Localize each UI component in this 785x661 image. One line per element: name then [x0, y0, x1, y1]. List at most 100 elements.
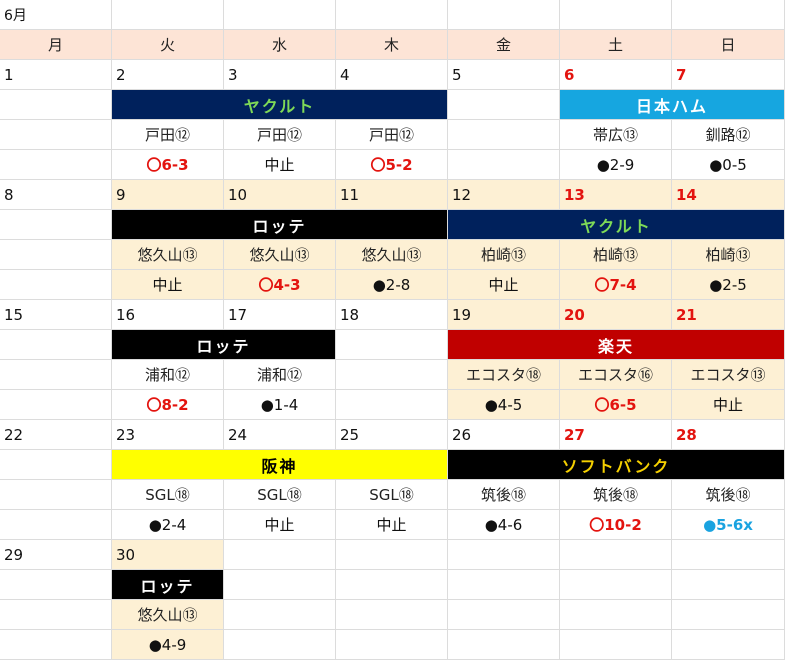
date-cell[interactable]: 15 [0, 300, 112, 330]
date-cell[interactable]: 6 [560, 60, 672, 90]
venue-cell[interactable]: 戸田⑫ [112, 120, 224, 150]
venue-cell[interactable]: SGL⑱ [224, 480, 336, 510]
result-cell[interactable]: 〇6-3 [112, 150, 224, 180]
blank-cell [224, 570, 336, 600]
result-cell[interactable]: ●2-8 [336, 270, 448, 300]
team-band[interactable]: ソフトバンク [448, 450, 785, 480]
date-cell[interactable]: 17 [224, 300, 336, 330]
venue-cell[interactable]: エコスタ⑯ [560, 360, 672, 390]
date-cell[interactable]: 21 [672, 300, 785, 330]
date-cell[interactable]: 14 [672, 180, 785, 210]
result-cell[interactable]: 〇6-5 [560, 390, 672, 420]
blank-cell [0, 90, 112, 120]
venue-cell[interactable]: 悠久山⑬ [112, 600, 224, 630]
team-band[interactable]: ロッテ [112, 330, 336, 360]
venue-cell[interactable]: 悠久山⑬ [336, 240, 448, 270]
blank-cell [448, 120, 560, 150]
team-band[interactable]: ロッテ [112, 570, 224, 600]
result-cell[interactable]: ●0-5 [672, 150, 785, 180]
venue-cell[interactable]: 釧路⑫ [672, 120, 785, 150]
result-cell[interactable]: ●4-9 [112, 630, 224, 660]
blank-cell [0, 630, 112, 660]
venue-cell[interactable]: 柏崎⑬ [672, 240, 785, 270]
team-band[interactable]: ヤクルト [448, 210, 785, 240]
result-cell[interactable]: 〇7-4 [560, 270, 672, 300]
result-cell[interactable]: 中止 [336, 510, 448, 540]
date-cell[interactable]: 2 [112, 60, 224, 90]
date-cell[interactable] [448, 540, 560, 570]
venue-cell[interactable]: 筑後⑱ [448, 480, 560, 510]
result-cell[interactable]: 〇4-3 [224, 270, 336, 300]
team-band[interactable]: 阪神 [112, 450, 448, 480]
venue-cell[interactable]: 筑後⑱ [560, 480, 672, 510]
result-cell[interactable]: 中止 [224, 150, 336, 180]
blank-cell [112, 0, 224, 30]
result-cell[interactable]: 〇5-2 [336, 150, 448, 180]
date-cell[interactable] [224, 540, 336, 570]
venue-cell[interactable]: SGL⑱ [112, 480, 224, 510]
date-cell[interactable]: 24 [224, 420, 336, 450]
date-cell[interactable]: 20 [560, 300, 672, 330]
date-cell[interactable]: 9 [112, 180, 224, 210]
date-cell[interactable]: 19 [448, 300, 560, 330]
venue-cell[interactable]: 浦和⑫ [112, 360, 224, 390]
venue-cell[interactable]: 悠久山⑬ [224, 240, 336, 270]
date-cell[interactable]: 4 [336, 60, 448, 90]
result-cell[interactable]: ●1-4 [224, 390, 336, 420]
date-cell[interactable]: 8 [0, 180, 112, 210]
venue-cell[interactable]: 帯広⑬ [560, 120, 672, 150]
blank-cell [0, 270, 112, 300]
date-cell[interactable]: 25 [336, 420, 448, 450]
blank-cell [448, 0, 560, 30]
date-cell[interactable]: 11 [336, 180, 448, 210]
date-cell[interactable]: 30 [112, 540, 224, 570]
date-cell[interactable]: 16 [112, 300, 224, 330]
result-cell[interactable]: 〇10-2 [560, 510, 672, 540]
date-cell[interactable]: 29 [0, 540, 112, 570]
venue-cell[interactable]: 柏崎⑬ [448, 240, 560, 270]
date-cell[interactable]: 3 [224, 60, 336, 90]
venue-cell[interactable]: 柏崎⑬ [560, 240, 672, 270]
result-cell[interactable]: 中止 [224, 510, 336, 540]
blank-cell [0, 150, 112, 180]
result-cell[interactable]: ●2-5 [672, 270, 785, 300]
result-cell[interactable]: ●4-6 [448, 510, 560, 540]
venue-cell[interactable]: 浦和⑫ [224, 360, 336, 390]
date-cell[interactable]: 1 [0, 60, 112, 90]
result-cell[interactable]: ●2-4 [112, 510, 224, 540]
venue-cell[interactable]: SGL⑱ [336, 480, 448, 510]
date-cell[interactable]: 23 [112, 420, 224, 450]
date-cell[interactable] [560, 540, 672, 570]
venue-cell[interactable]: 戸田⑫ [336, 120, 448, 150]
date-cell[interactable] [336, 540, 448, 570]
date-cell[interactable] [672, 540, 785, 570]
date-cell[interactable]: 18 [336, 300, 448, 330]
date-cell[interactable]: 7 [672, 60, 785, 90]
team-band[interactable]: 日本ハム [560, 90, 785, 120]
team-band[interactable]: 楽天 [448, 330, 785, 360]
result-cell[interactable]: 中止 [672, 390, 785, 420]
venue-cell[interactable]: 筑後⑱ [672, 480, 785, 510]
date-cell[interactable]: 12 [448, 180, 560, 210]
date-cell[interactable]: 26 [448, 420, 560, 450]
venue-cell[interactable]: 悠久山⑬ [112, 240, 224, 270]
date-cell[interactable]: 10 [224, 180, 336, 210]
date-cell[interactable]: 22 [0, 420, 112, 450]
team-band[interactable]: ヤクルト [112, 90, 448, 120]
blank-cell [672, 570, 785, 600]
date-cell[interactable]: 27 [560, 420, 672, 450]
result-cell[interactable]: 中止 [112, 270, 224, 300]
team-band[interactable]: ロッテ [112, 210, 448, 240]
venue-cell[interactable]: エコスタ⑱ [448, 360, 560, 390]
blank-cell [560, 600, 672, 630]
venue-cell[interactable]: 戸田⑫ [224, 120, 336, 150]
date-cell[interactable]: 13 [560, 180, 672, 210]
result-cell[interactable]: ●4-5 [448, 390, 560, 420]
result-cell[interactable]: ●2-9 [560, 150, 672, 180]
date-cell[interactable]: 5 [448, 60, 560, 90]
result-cell[interactable]: 〇8-2 [112, 390, 224, 420]
result-cell[interactable]: ●5-6x [672, 510, 785, 540]
result-cell[interactable]: 中止 [448, 270, 560, 300]
date-cell[interactable]: 28 [672, 420, 785, 450]
venue-cell[interactable]: エコスタ⑬ [672, 360, 785, 390]
